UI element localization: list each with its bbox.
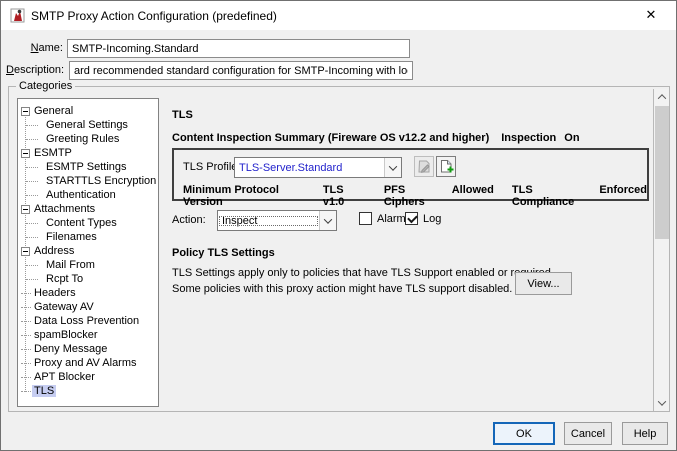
edit-profile-button[interactable]	[414, 156, 434, 177]
tree-item-general[interactable]: General	[18, 104, 158, 118]
action-value: Inspect	[218, 215, 319, 227]
tls-profile-stats: Minimum Protocol Version TLS v1.0 PFS Ci…	[183, 184, 647, 208]
collapse-icon[interactable]	[21, 149, 30, 158]
titlebar: SMTP Proxy Action Configuration (predefi…	[1, 1, 676, 30]
scroll-up-icon[interactable]	[654, 89, 670, 105]
tree-item-esmtp-settings[interactable]: ESMTP Settings	[18, 160, 158, 174]
smtp-proxy-action-dialog: SMTP Proxy Action Configuration (predefi…	[0, 0, 677, 451]
tree-item-address[interactable]: Address	[18, 244, 158, 258]
tree-item-esmtp[interactable]: ESMTP	[18, 146, 158, 160]
tls-compliance-value: Enforced	[599, 184, 647, 196]
log-label: Log	[423, 212, 442, 225]
tree-item-proxy-and-av-alarms[interactable]: Proxy and AV Alarms	[18, 356, 158, 370]
view-button[interactable]: View...	[515, 272, 572, 295]
vertical-scrollbar[interactable]	[653, 89, 669, 411]
inspection-value: On	[564, 132, 580, 144]
tls-profile-value: TLS-Server.Standard	[239, 161, 343, 174]
pencil-icon	[417, 160, 430, 173]
cancel-button[interactable]: Cancel	[564, 422, 612, 445]
tls-profile-label: TLS Profile:	[183, 161, 241, 173]
tree-item-greeting-rules[interactable]: Greeting Rules	[18, 132, 158, 146]
alarm-label: Alarm	[377, 212, 406, 225]
collapse-icon[interactable]	[21, 247, 30, 256]
tree-item-authentication[interactable]: Authentication	[18, 188, 158, 202]
policy-tls-settings-heading: Policy TLS Settings	[172, 247, 275, 259]
tls-compliance-label: TLS Compliance	[511, 184, 575, 208]
tree-item-deny-message[interactable]: Deny Message	[18, 342, 158, 356]
alarm-checkbox-row: Alarm	[359, 212, 406, 225]
pfs-ciphers-label: PFS Ciphers	[383, 184, 425, 208]
scrollbar-thumb[interactable]	[655, 106, 669, 239]
name-input[interactable]	[67, 39, 410, 58]
window-title: SMTP Proxy Action Configuration (predefi…	[31, 9, 277, 23]
collapse-icon[interactable]	[21, 205, 30, 214]
tree-item-rcpt-to[interactable]: Rcpt To	[18, 272, 158, 286]
tree-item-attachments[interactable]: Attachments	[18, 202, 158, 216]
min-protocol-label: Minimum Protocol Version	[183, 184, 279, 208]
categories-tree: General General Settings Greeting Rules …	[17, 98, 159, 407]
min-protocol-value: TLS v1.0	[322, 184, 345, 208]
ok-button[interactable]: OK	[493, 422, 555, 445]
summary-label: Content Inspection Summary (Fireware OS …	[172, 132, 490, 144]
content-inspection-summary: Content Inspection Summary (Fireware OS …	[172, 132, 580, 144]
tree-item-headers[interactable]: Headers	[18, 286, 158, 300]
panel-heading: TLS	[172, 109, 193, 121]
pfs-ciphers-value: Allowed	[451, 184, 494, 196]
close-icon[interactable]: ✕	[634, 3, 668, 27]
log-checkbox[interactable]	[405, 212, 418, 225]
scroll-down-icon[interactable]	[654, 395, 670, 411]
policy-text-line1: TLS Settings apply only to policies that…	[172, 267, 554, 279]
collapse-icon[interactable]	[21, 107, 30, 116]
policy-text-line2: Some policies with this proxy action mig…	[172, 283, 513, 295]
inspection-label: Inspection	[501, 132, 557, 144]
new-profile-button[interactable]	[436, 156, 456, 177]
tree-item-filenames[interactable]: Filenames	[18, 230, 158, 244]
description-input[interactable]	[69, 61, 413, 80]
action-select[interactable]: Inspect	[217, 210, 337, 231]
description-label: Description:	[6, 64, 65, 76]
tree-item-mail-from[interactable]: Mail From	[18, 258, 158, 272]
categories-groupbox: Categories General General Settings Gree…	[8, 80, 670, 412]
tree-item-apt-blocker[interactable]: APT Blocker	[18, 370, 158, 384]
chevron-down-icon[interactable]	[319, 211, 336, 230]
tree-item-tls[interactable]: TLS	[18, 384, 158, 398]
app-icon	[10, 8, 25, 23]
tree-item-spamblocker[interactable]: spamBlocker	[18, 328, 158, 342]
new-document-icon	[440, 160, 453, 173]
name-label: Name:	[30, 42, 63, 54]
tree-item-general-settings[interactable]: General Settings	[18, 118, 158, 132]
tree-item-content-types[interactable]: Content Types	[18, 216, 158, 230]
tree-item-starttls-encryption[interactable]: STARTTLS Encryption	[18, 174, 158, 188]
log-checkbox-row: Log	[405, 212, 441, 225]
tree-item-gateway-av[interactable]: Gateway AV	[18, 300, 158, 314]
categories-group-label: Categories	[16, 80, 76, 92]
tls-profile-select[interactable]: TLS-Server.Standard	[234, 157, 402, 178]
alarm-checkbox[interactable]	[359, 212, 372, 225]
tls-profile-frame: TLS Profile: TLS-Server.Standard Minimum…	[172, 148, 649, 208]
help-button[interactable]: Help	[622, 422, 668, 445]
tree-item-data-loss-prevention[interactable]: Data Loss Prevention	[18, 314, 158, 328]
chevron-down-icon[interactable]	[384, 158, 401, 177]
action-label: Action:	[172, 214, 206, 226]
